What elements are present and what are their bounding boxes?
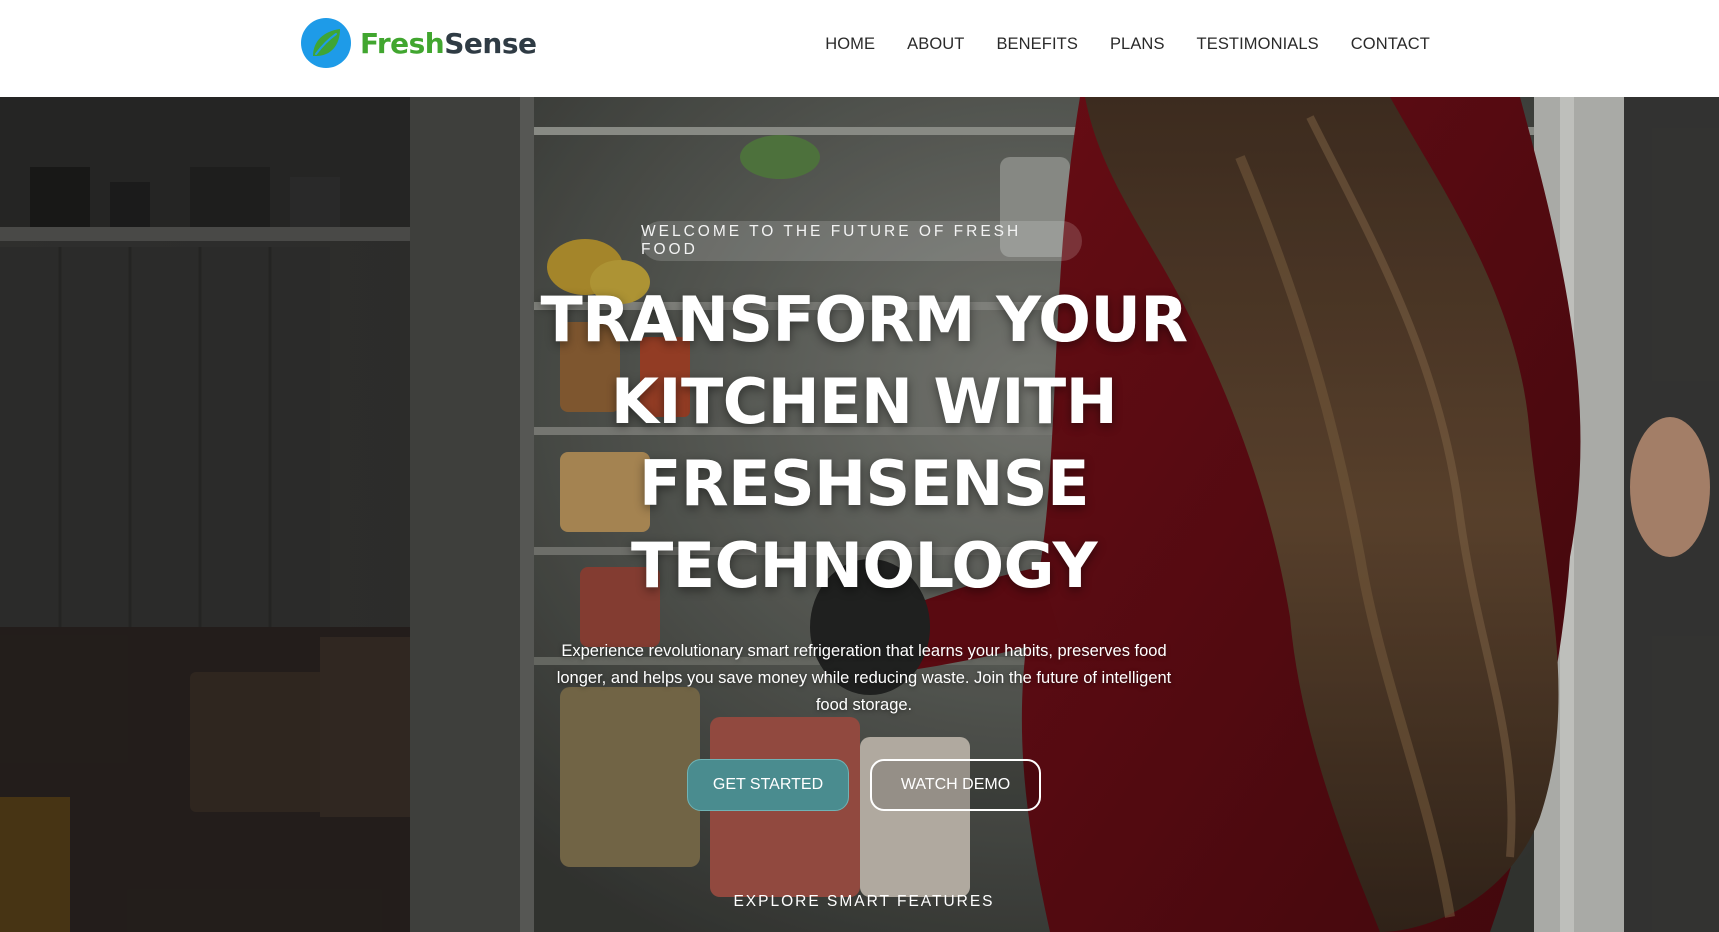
nav-benefits[interactable]: BENEFITS — [996, 35, 1077, 54]
explore-features-link[interactable]: EXPLORE SMART FEATURES — [659, 893, 1069, 917]
brand-name: FreshSense — [360, 26, 537, 60]
headline-line-4: TECHNOLOGY — [630, 529, 1098, 602]
get-started-button[interactable]: GET STARTED — [687, 759, 849, 811]
nav-about[interactable]: ABOUT — [907, 35, 964, 54]
watch-demo-button[interactable]: WATCH DEMO — [870, 759, 1041, 811]
nav-contact[interactable]: CONTACT — [1351, 35, 1430, 54]
hero-description: Experience revolutionary smart refrigera… — [556, 642, 1172, 714]
brand-logo[interactable]: FreshSense — [300, 17, 537, 69]
brand-name-fresh: Fresh — [360, 26, 445, 60]
headline-line-3: FRESHSENSE — [639, 447, 1089, 520]
brand-name-sense: Sense — [444, 26, 537, 60]
hero-section: WELCOME TO THE FUTURE OF FRESH FOOD TRAN… — [0, 97, 1719, 932]
hero-tagline: WELCOME TO THE FUTURE OF FRESH FOOD — [641, 221, 1082, 261]
leaf-logo-icon — [301, 18, 351, 68]
hero-headline: TRANSFORM YOUR KITCHEN WITH FRESHSENSE T… — [459, 279, 1269, 607]
main-nav: HOME ABOUT BENEFITS PLANS TESTIMONIALS C… — [825, 30, 1430, 58]
headline-line-2: KITCHEN WITH — [610, 365, 1118, 438]
nav-plans[interactable]: PLANS — [1110, 35, 1165, 54]
site-header: FreshSense HOME ABOUT BENEFITS PLANS TES… — [0, 0, 1719, 97]
nav-home[interactable]: HOME — [825, 35, 875, 54]
nav-testimonials[interactable]: TESTIMONIALS — [1197, 35, 1319, 54]
headline-line-1: TRANSFORM YOUR — [540, 283, 1188, 356]
